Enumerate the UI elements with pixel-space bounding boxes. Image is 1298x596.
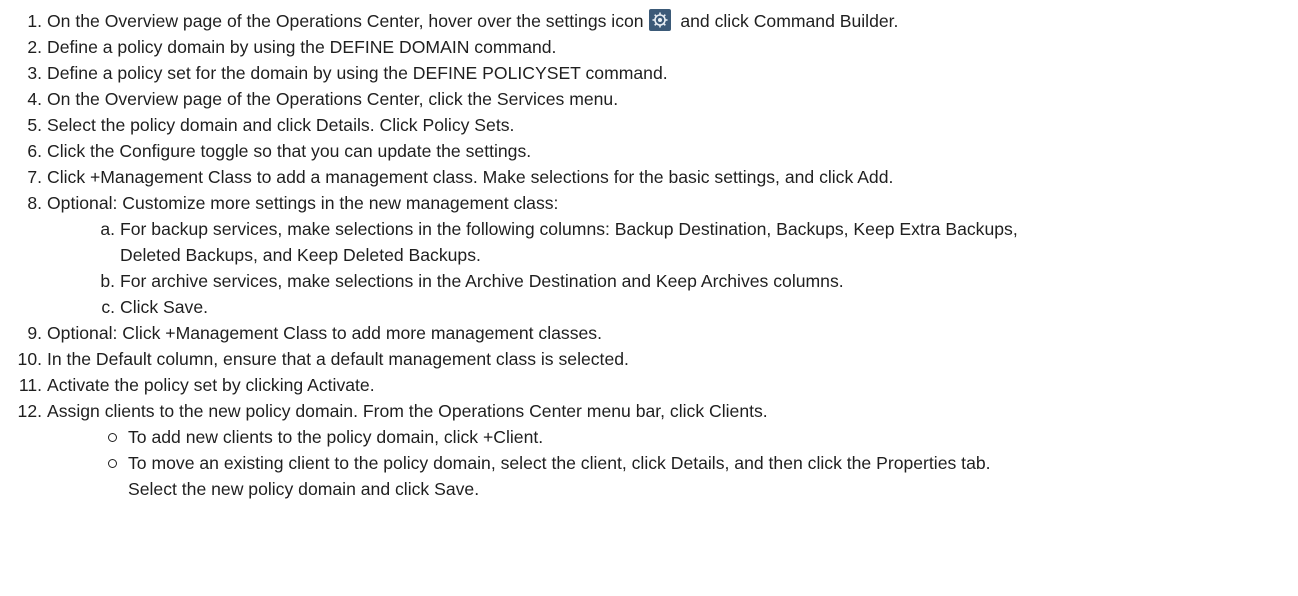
step-6: 6. Click the Configure toggle so that yo… [0, 138, 1298, 164]
step-number: 8. [27, 193, 42, 213]
step-5: 5. Select the policy domain and click De… [0, 112, 1298, 138]
substep-text: For archive services, make selections in… [120, 271, 844, 291]
substep-letter: c. [101, 297, 115, 317]
step-9: 9. Optional: Click +Management Class to … [0, 320, 1298, 346]
substep-a-continued: Deleted Backups, and Keep Deleted Backup… [0, 242, 1298, 268]
step-2: 2. Define a policy domain by using the D… [0, 34, 1298, 60]
step-number: 6. [27, 141, 42, 161]
step-text: Activate the policy set by clicking Acti… [47, 375, 375, 395]
substep-letter: b. [100, 271, 115, 291]
bullet-circle-icon [108, 433, 117, 442]
step-number: 4. [27, 89, 42, 109]
substep-letter: a. [100, 219, 115, 239]
step-text: On the Overview page of the Operations C… [47, 11, 644, 31]
step-number: 3. [27, 63, 42, 83]
bullet-text: To add new clients to the policy domain,… [128, 427, 544, 447]
step-text: Optional: Customize more settings in the… [47, 193, 559, 213]
step-text: Select the policy domain and click Detai… [47, 115, 515, 135]
bullet-circle-icon [108, 459, 117, 468]
step-12: 12. Assign clients to the new policy dom… [0, 398, 1298, 424]
procedure-list: 1. On the Overview page of the Operation… [0, 8, 1298, 502]
step-4: 4. On the Overview page of the Operation… [0, 86, 1298, 112]
step-text: In the Default column, ensure that a def… [47, 349, 629, 369]
step-number: 9. [27, 323, 42, 343]
step-text: Click +Management Class to add a managem… [47, 167, 894, 187]
step-number: 12. [17, 401, 42, 421]
substep-text: Click Save. [120, 297, 208, 317]
step-1: 1. On the Overview page of the Operation… [0, 8, 1298, 34]
step-number: 1. [27, 11, 42, 31]
step-text: Define a policy set for the domain by us… [47, 63, 668, 83]
step-3: 3. Define a policy set for the domain by… [0, 60, 1298, 86]
step-number: 7. [27, 167, 42, 187]
step-number: 11. [18, 375, 42, 395]
bullet-text-continued: Select the new policy domain and click S… [128, 479, 480, 499]
step-text: Define a policy domain by using the DEFI… [47, 37, 557, 57]
step-7: 7. Click +Management Class to add a mana… [0, 164, 1298, 190]
step-8: 8. Optional: Customize more settings in … [0, 190, 1298, 216]
substep-text: For backup services, make selections in … [120, 219, 1018, 239]
substep-b: b. For archive services, make selections… [0, 268, 1298, 294]
substep-a: a. For backup services, make selections … [0, 216, 1298, 242]
step-text-tail: and click Command Builder. [680, 11, 899, 31]
bullet-text: To move an existing client to the policy… [128, 453, 991, 473]
step-text: Optional: Click +Management Class to add… [47, 323, 602, 343]
step-11: 11. Activate the policy set by clicking … [0, 372, 1298, 398]
bullet-item-continued: Select the new policy domain and click S… [0, 476, 1298, 502]
step-number: 5. [27, 115, 42, 135]
bullet-item: To add new clients to the policy domain,… [0, 424, 1298, 450]
substep-text-continued: Deleted Backups, and Keep Deleted Backup… [120, 245, 481, 265]
step-text: Click the Configure toggle so that you c… [47, 141, 532, 161]
bullet-item: To move an existing client to the policy… [0, 450, 1298, 476]
step-text: Assign clients to the new policy domain.… [47, 401, 768, 421]
step-text: On the Overview page of the Operations C… [47, 89, 619, 109]
step-number: 2. [27, 37, 42, 57]
settings-icon [649, 9, 672, 31]
step-number: 10. [17, 349, 42, 369]
step-10: 10. In the Default column, ensure that a… [0, 346, 1298, 372]
substep-c: c. Click Save. [0, 294, 1298, 320]
